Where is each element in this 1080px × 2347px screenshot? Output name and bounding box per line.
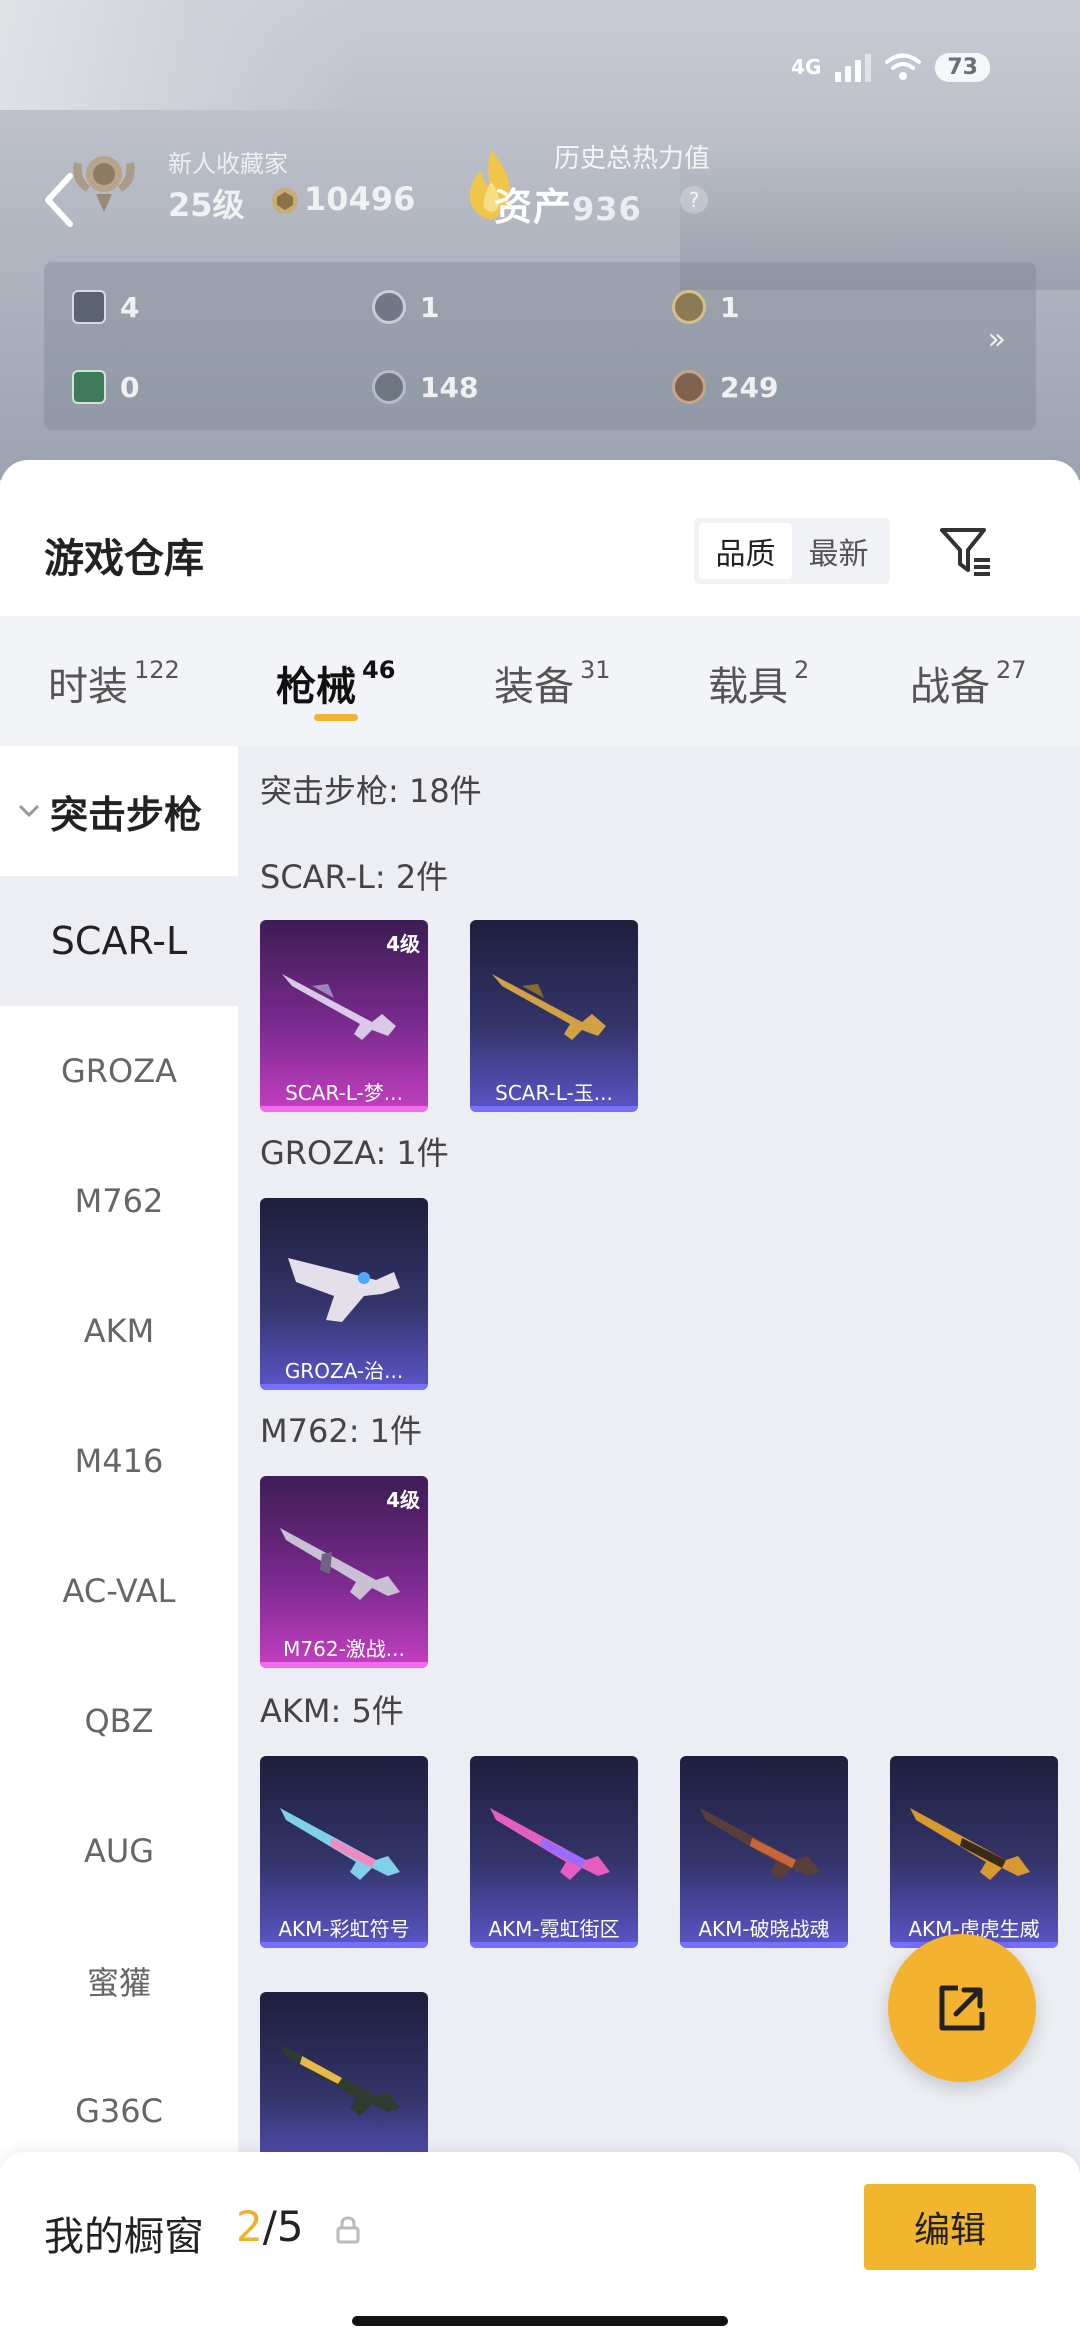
weapon-card[interactable]: GROZA-治... (260, 1198, 428, 1390)
section-title: GROZA: 1件 (260, 1134, 449, 1172)
lock-icon (336, 2216, 360, 2244)
rifle-icon (288, 1258, 400, 1322)
bronze-coin-icon (672, 370, 706, 404)
tab-equipment[interactable]: 装备 31 (494, 654, 611, 712)
rank-title: 新人收藏家 (168, 150, 288, 178)
tab-supplies[interactable]: 战备 27 (910, 654, 1027, 712)
tab-vehicles[interactable]: 载具 2 (708, 654, 809, 712)
coin-balance: 10496 (304, 180, 416, 218)
rifle-icon (700, 1808, 820, 1880)
rifle-icon (910, 1808, 1030, 1880)
sidebar-item-aug[interactable]: AUG (0, 1786, 238, 1916)
rifle-icon (490, 1808, 610, 1880)
sidebar-item-qbz[interactable]: QBZ (0, 1656, 238, 1786)
sidebar-item-m762[interactable]: M762 (0, 1136, 238, 1266)
blurred-background (0, 0, 360, 110)
rifle-icon (280, 2044, 400, 2116)
stats-expand-button[interactable]: » (988, 322, 1006, 357)
coin-icon (272, 188, 298, 214)
showcase-label: 我的橱窗 (44, 2214, 204, 2260)
green-card-icon (72, 370, 106, 404)
rifle-icon (280, 1808, 400, 1880)
stat-bronze-coin: 249 (672, 370, 778, 404)
card-icon (72, 290, 106, 324)
rifle-icon (492, 974, 606, 1040)
sidebar-group-assault-rifles[interactable]: 突击步枪 (0, 746, 238, 876)
showcase-count: 2/5 (236, 2202, 304, 2251)
section-title: SCAR-L: 2件 (260, 858, 449, 896)
stat-gold-badge: 1 (672, 290, 739, 324)
sort-quality-button[interactable]: 品质 (699, 523, 792, 579)
sidebar-item-scar-l[interactable]: SCAR-L (0, 876, 238, 1006)
active-tab-indicator (314, 714, 358, 721)
s-badge-icon (372, 290, 406, 324)
weapon-sidebar: 突击步枪 SCAR-L GROZA M762 AKM M416 AC-VAL Q… (0, 746, 238, 2186)
share-button[interactable] (888, 1934, 1036, 2082)
weapon-card[interactable]: 4级 SCAR-L-梦... (260, 920, 428, 1112)
assets-value: 资产936 (494, 185, 642, 229)
stats-panel: 4 1 1 0 148 249 » (44, 262, 1036, 430)
chevron-down-icon (18, 804, 40, 818)
sidebar-item-honey-badger[interactable]: 蜜獾 (0, 1916, 238, 2046)
weapon-card[interactable]: AKM-虎虎生威 (890, 1756, 1058, 1948)
rifle-icon (282, 974, 396, 1040)
help-icon[interactable]: ? (680, 186, 708, 214)
profile-header: 4G 73 新人收藏家 25级 10496 历史总热力值 资产936 ? 4 1… (0, 0, 1080, 480)
weapon-card[interactable]: AKM-霓虹街区 (470, 1756, 638, 1948)
gold-badge-icon (672, 290, 706, 324)
weapon-card[interactable]: 4级 M762-激战... (260, 1476, 428, 1668)
stat-cards: 4 (72, 290, 139, 324)
section-title: M762: 1件 (260, 1412, 423, 1450)
network-type: 4G (791, 55, 822, 79)
signal-icon (835, 52, 872, 82)
category-summary: 突击步枪: 18件 (260, 772, 482, 810)
sidebar-item-m416[interactable]: M416 (0, 1396, 238, 1526)
weapon-card[interactable]: AKM-破晓战魂 (680, 1756, 848, 1948)
status-bar: 4G 73 (791, 52, 990, 82)
warehouse-header: 游戏仓库 品质 最新 (0, 460, 1080, 616)
sidebar-item-akm[interactable]: AKM (0, 1266, 238, 1396)
tab-guns[interactable]: 枪械 46 (276, 654, 395, 712)
share-icon (939, 1985, 985, 2031)
wifi-icon (885, 53, 922, 80)
silver-coin-icon (372, 370, 406, 404)
sort-toggle: 品质 最新 (694, 518, 890, 584)
showcase-bar: 我的橱窗 2/5 编辑 (0, 2152, 1080, 2347)
battery-level: 73 (935, 52, 990, 82)
sidebar-item-groza[interactable]: GROZA (0, 1006, 238, 1136)
home-indicator (352, 2316, 728, 2326)
sort-newest-button[interactable]: 最新 (792, 523, 885, 579)
filter-icon[interactable] (938, 524, 994, 578)
heat-label: 历史总热力值 (554, 144, 711, 174)
rank-medal-icon (73, 156, 135, 212)
weapon-card[interactable]: SCAR-L-玉... (470, 920, 638, 1112)
player-level: 25级 (168, 186, 245, 224)
stat-s-badge: 1 (372, 290, 439, 324)
edit-button[interactable]: 编辑 (864, 2184, 1036, 2270)
sidebar-item-ac-val[interactable]: AC-VAL (0, 1526, 238, 1656)
stat-green-card: 0 (72, 370, 139, 404)
section-title: AKM: 5件 (260, 1692, 404, 1730)
weapon-card[interactable]: AKM-彩虹符号 (260, 1756, 428, 1948)
category-tabs: 时装 122 枪械 46 装备 31 载具 2 战备 27 (0, 616, 1080, 746)
warehouse-title: 游戏仓库 (44, 536, 204, 582)
stat-silver-coin: 148 (372, 370, 478, 404)
tab-fashion[interactable]: 时装 122 (48, 654, 180, 712)
rifle-icon (280, 1528, 400, 1600)
